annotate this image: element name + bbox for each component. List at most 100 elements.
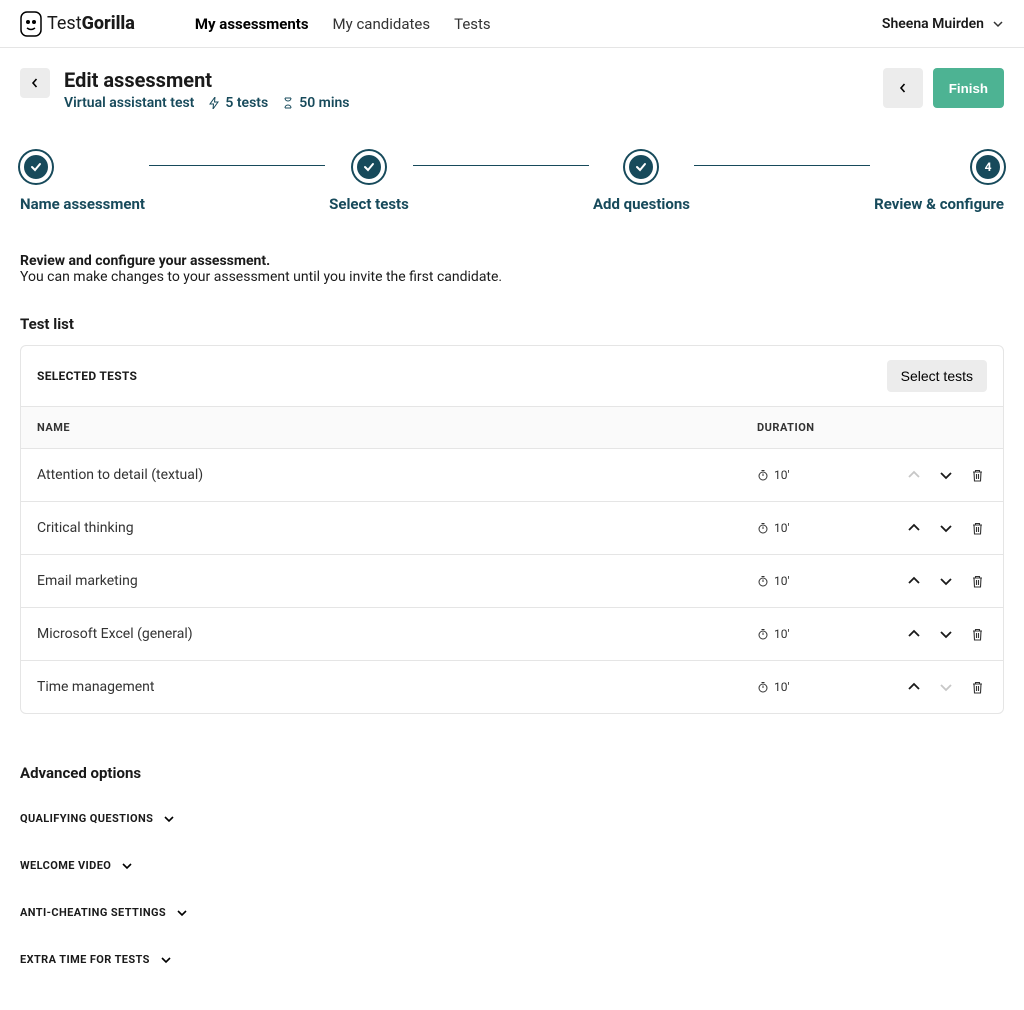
- delete-button[interactable]: [968, 572, 987, 591]
- chevron-down-icon: [121, 860, 133, 872]
- test-list-heading: Test list: [20, 315, 1004, 333]
- nav-links: My assessments My candidates Tests: [195, 0, 491, 47]
- step-connector: [149, 165, 325, 166]
- stopwatch-icon: [757, 575, 769, 587]
- test-name: Critical thinking: [37, 520, 757, 536]
- test-duration: 10': [757, 521, 877, 535]
- move-up-button: [904, 465, 924, 485]
- move-down-button: [936, 677, 956, 697]
- move-up-button[interactable]: [904, 571, 924, 591]
- col-name-header: NAME: [37, 421, 757, 434]
- test-duration: 10': [757, 627, 877, 641]
- test-row: Time management10': [21, 661, 1003, 713]
- page-title: Edit assessment: [64, 68, 350, 92]
- step-number: 4: [972, 151, 1004, 183]
- test-name: Email marketing: [37, 573, 757, 589]
- chevron-down-icon: [992, 18, 1004, 30]
- lightning-icon: [208, 97, 220, 109]
- advanced-item[interactable]: WELCOME VIDEO: [20, 849, 1004, 882]
- gorilla-icon: [20, 11, 42, 37]
- intro-sub: You can make changes to your assessment …: [20, 269, 1004, 285]
- delete-button[interactable]: [968, 625, 987, 644]
- nav-link[interactable]: My candidates: [333, 0, 431, 47]
- logo[interactable]: TestGorilla: [20, 11, 135, 37]
- table-header: NAME DURATION: [21, 407, 1003, 449]
- check-icon: [353, 151, 385, 183]
- step[interactable]: Select tests: [329, 151, 409, 213]
- step-label: Add questions: [593, 195, 690, 213]
- assessment-name-link[interactable]: Virtual assistant test: [64, 95, 194, 111]
- user-menu[interactable]: Sheena Muirden: [882, 16, 1004, 32]
- delete-button[interactable]: [968, 678, 987, 697]
- advanced-item-label: QUALIFYING QUESTIONS: [20, 812, 153, 825]
- brand-prefix: Test: [47, 13, 82, 34]
- move-down-button[interactable]: [936, 465, 956, 485]
- intro-text: Review and configure your assessment. Yo…: [20, 253, 1004, 285]
- test-row: Email marketing10': [21, 555, 1003, 608]
- brand-suffix: Gorilla: [82, 13, 135, 34]
- step-connector: [413, 165, 589, 166]
- finish-button[interactable]: Finish: [933, 68, 1004, 108]
- test-row: Attention to detail (textual)10': [21, 449, 1003, 502]
- step[interactable]: Name assessment: [20, 151, 145, 213]
- move-down-button[interactable]: [936, 518, 956, 538]
- test-row: Critical thinking10': [21, 502, 1003, 555]
- test-list-card: SELECTED TESTS Select tests NAME DURATIO…: [20, 345, 1004, 714]
- hourglass-icon: [282, 97, 294, 109]
- stepper: Name assessment Select tests Add questions…: [20, 151, 1004, 213]
- nav-link[interactable]: Tests: [454, 0, 491, 47]
- stopwatch-icon: [757, 681, 769, 693]
- tests-count: 5 tests: [208, 95, 268, 111]
- step-label: Review & configure: [874, 195, 1004, 213]
- stopwatch-icon: [757, 628, 769, 640]
- select-tests-button[interactable]: Select tests: [887, 360, 987, 392]
- assessment-meta: Virtual assistant test 5 tests 50 mins: [64, 95, 350, 111]
- test-duration: 10': [757, 574, 877, 588]
- advanced-item-label: ANTI-CHEATING SETTINGS: [20, 906, 166, 919]
- advanced-item[interactable]: EXTRA TIME FOR TESTS: [20, 943, 1004, 976]
- move-down-button[interactable]: [936, 624, 956, 644]
- back-button[interactable]: [20, 68, 50, 98]
- check-icon: [20, 151, 52, 183]
- check-icon: [625, 151, 657, 183]
- advanced-options: Advanced options QUALIFYING QUESTIONS WEL…: [20, 764, 1004, 976]
- user-name: Sheena Muirden: [882, 16, 984, 32]
- step[interactable]: Add questions: [593, 151, 690, 213]
- step[interactable]: 4 Review & configure: [874, 151, 1004, 213]
- step-label: Name assessment: [20, 195, 145, 213]
- move-up-button[interactable]: [904, 518, 924, 538]
- top-nav: TestGorilla My assessments My candidates T…: [0, 0, 1024, 48]
- chevron-down-icon: [160, 954, 172, 966]
- chevron-left-icon: [30, 78, 40, 88]
- stopwatch-icon: [757, 522, 769, 534]
- chevron-down-icon: [176, 907, 188, 919]
- nav-link[interactable]: My assessments: [195, 0, 309, 47]
- test-duration: 10': [757, 468, 877, 482]
- move-down-button[interactable]: [936, 571, 956, 591]
- delete-button[interactable]: [968, 519, 987, 538]
- advanced-heading: Advanced options: [20, 764, 1004, 782]
- col-duration-header: DURATION: [757, 421, 877, 434]
- test-name: Attention to detail (textual): [37, 467, 757, 483]
- chevron-left-icon: [898, 83, 908, 93]
- move-up-button[interactable]: [904, 624, 924, 644]
- prev-step-button[interactable]: [883, 68, 923, 108]
- intro-title: Review and configure your assessment.: [20, 253, 1004, 269]
- step-label: Select tests: [329, 195, 409, 213]
- move-up-button[interactable]: [904, 677, 924, 697]
- stopwatch-icon: [757, 469, 769, 481]
- duration: 50 mins: [282, 95, 349, 111]
- test-row: Microsoft Excel (general)10': [21, 608, 1003, 661]
- advanced-item-label: EXTRA TIME FOR TESTS: [20, 953, 150, 966]
- advanced-item[interactable]: ANTI-CHEATING SETTINGS: [20, 896, 1004, 929]
- advanced-item-label: WELCOME VIDEO: [20, 859, 111, 872]
- test-name: Microsoft Excel (general): [37, 626, 757, 642]
- chevron-down-icon: [163, 813, 175, 825]
- delete-button[interactable]: [968, 466, 987, 485]
- selected-tests-label: SELECTED TESTS: [37, 369, 137, 383]
- page-header: Edit assessment Virtual assistant test 5…: [20, 68, 1004, 111]
- advanced-item[interactable]: QUALIFYING QUESTIONS: [20, 802, 1004, 835]
- test-duration: 10': [757, 680, 877, 694]
- step-connector: [694, 165, 870, 166]
- test-name: Time management: [37, 679, 757, 695]
